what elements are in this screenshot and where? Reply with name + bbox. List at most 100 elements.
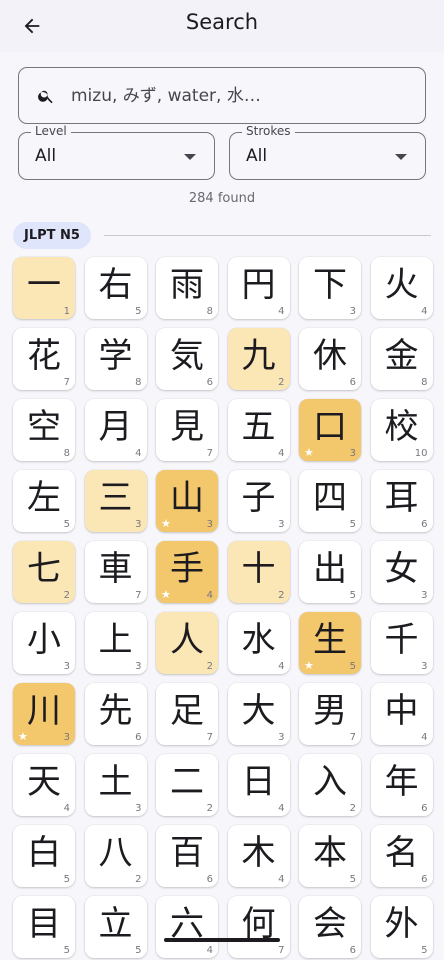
kanji-tile[interactable]: 出5 — [299, 541, 361, 603]
stroke-count: 3 — [278, 732, 285, 743]
kanji-tile[interactable]: 一1 — [13, 257, 75, 319]
kanji-character: 水 — [241, 620, 276, 660]
kanji-tile[interactable]: 足7 — [156, 683, 218, 745]
kanji-character: 外 — [384, 904, 419, 944]
kanji-tile[interactable]: 生 ★ 5 — [299, 612, 361, 674]
kanji-tile[interactable]: 名6 — [370, 825, 433, 887]
stroke-count: 4 — [206, 590, 213, 601]
kanji-tile[interactable]: 土3 — [84, 754, 147, 816]
kanji-tile[interactable]: 右5 — [84, 257, 147, 319]
kanji-tile[interactable]: 木4 — [227, 825, 290, 887]
kanji-tile[interactable]: 七2 — [13, 541, 75, 603]
kanji-tile[interactable]: 子3 — [227, 470, 290, 532]
app-bar: Search — [0, 0, 444, 52]
kanji-tile[interactable]: 学8 — [84, 328, 147, 390]
kanji-tile[interactable]: 日4 — [227, 754, 290, 816]
kanji-tile[interactable]: 車7 — [84, 541, 147, 603]
kanji-tile[interactable]: 左5 — [13, 470, 75, 532]
stroke-count: 3 — [135, 661, 142, 672]
kanji-tile[interactable]: 外5 — [370, 896, 433, 958]
kanji-tile[interactable]: 千3 — [370, 612, 433, 674]
kanji-tile[interactable]: 百6 — [156, 825, 218, 887]
kanji-tile[interactable]: 川 ★ 3 — [13, 683, 75, 745]
kanji-tile[interactable]: 四5 — [299, 470, 361, 532]
kanji-tile[interactable]: 空8 — [13, 399, 75, 461]
kanji-tile[interactable]: 入2 — [299, 754, 361, 816]
kanji-tile[interactable]: 下3 — [299, 257, 361, 319]
kanji-tile[interactable]: 二2 — [156, 754, 218, 816]
kanji-tile[interactable]: 火4 — [370, 257, 433, 319]
stroke-count: 2 — [206, 803, 213, 814]
stroke-count: 7 — [349, 732, 356, 743]
kanji-tile[interactable]: 女3 — [370, 541, 433, 603]
kanji-tile[interactable]: 水4 — [227, 612, 290, 674]
kanji-character: 月 — [98, 407, 133, 447]
kanji-tile[interactable]: 耳6 — [370, 470, 433, 532]
kanji-tile[interactable]: 口 ★ 3 — [299, 399, 361, 461]
kanji-tile[interactable]: 六4 — [156, 896, 218, 958]
kanji-tile[interactable]: 気6 — [156, 328, 218, 390]
kanji-tile[interactable]: 人2 — [156, 612, 218, 674]
kanji-character: 十 — [241, 549, 276, 589]
level-dropdown[interactable]: Level All — [18, 124, 215, 180]
kanji-character: 入 — [313, 762, 347, 802]
kanji-tile[interactable]: 休6 — [299, 328, 361, 390]
kanji-tile[interactable]: 年6 — [370, 754, 433, 816]
kanji-tile[interactable]: 目5 — [13, 896, 75, 958]
kanji-tile[interactable]: 男7 — [299, 683, 361, 745]
stroke-count: 8 — [63, 448, 70, 459]
kanji-tile[interactable]: 金8 — [370, 328, 433, 390]
kanji-tile[interactable]: 校 10 — [370, 399, 433, 461]
strokes-dropdown[interactable]: Strokes All — [229, 124, 426, 180]
kanji-tile[interactable]: 本5 — [299, 825, 361, 887]
kanji-tile[interactable]: 雨8 — [156, 257, 218, 319]
kanji-character: 左 — [27, 478, 61, 518]
stroke-count: 2 — [278, 590, 285, 601]
kanji-tile[interactable]: 見7 — [156, 399, 218, 461]
kanji-character: 子 — [241, 478, 276, 518]
search-field[interactable] — [18, 67, 426, 124]
kanji-tile[interactable]: 何7 — [227, 896, 290, 958]
stroke-count: 7 — [278, 945, 285, 956]
stroke-count: 4 — [278, 874, 285, 885]
kanji-tile[interactable]: 白5 — [13, 825, 75, 887]
search-input[interactable] — [71, 85, 425, 106]
kanji-tile[interactable]: 三3 — [84, 470, 147, 532]
kanji-character: 休 — [313, 336, 347, 376]
kanji-character: 日 — [241, 762, 276, 802]
kanji-tile[interactable]: 月4 — [84, 399, 147, 461]
kanji-character: 九 — [241, 336, 276, 376]
kanji-character: 雨 — [170, 265, 204, 305]
kanji-tile[interactable]: 中4 — [370, 683, 433, 745]
kanji-character: 見 — [170, 407, 204, 447]
stroke-count: 3 — [206, 519, 213, 530]
kanji-tile[interactable]: 五4 — [227, 399, 290, 461]
kanji-tile[interactable]: 立5 — [84, 896, 147, 958]
star-icon: ★ — [304, 446, 314, 459]
home-indicator[interactable] — [164, 938, 280, 942]
kanji-tile[interactable]: 円4 — [227, 257, 290, 319]
stroke-count: 2 — [206, 661, 213, 672]
kanji-tile[interactable]: 天4 — [13, 754, 75, 816]
kanji-tile[interactable]: 山 ★ 3 — [156, 470, 218, 532]
kanji-tile[interactable]: 花7 — [13, 328, 75, 390]
kanji-tile[interactable]: 上3 — [84, 612, 147, 674]
kanji-tile[interactable]: 手 ★ 4 — [156, 541, 218, 603]
kanji-tile[interactable]: 九2 — [227, 328, 290, 390]
star-icon: ★ — [18, 730, 28, 743]
kanji-tile[interactable]: 会6 — [299, 896, 361, 958]
kanji-tile[interactable]: 小3 — [13, 612, 75, 674]
kanji-character: 先 — [98, 691, 133, 731]
kanji-tile[interactable]: 先6 — [84, 683, 147, 745]
stroke-count: 4 — [135, 448, 142, 459]
kanji-character: 白 — [27, 833, 61, 873]
kanji-tile[interactable]: 八2 — [84, 825, 147, 887]
kanji-tile[interactable]: 大3 — [227, 683, 290, 745]
stroke-count: 3 — [421, 661, 428, 672]
kanji-tile[interactable]: 十2 — [227, 541, 290, 603]
stroke-count: 5 — [349, 519, 356, 530]
kanji-character: 一 — [27, 265, 61, 305]
stroke-count: 6 — [421, 803, 428, 814]
stroke-count: 7 — [206, 732, 213, 743]
kanji-character: 女 — [384, 549, 419, 589]
